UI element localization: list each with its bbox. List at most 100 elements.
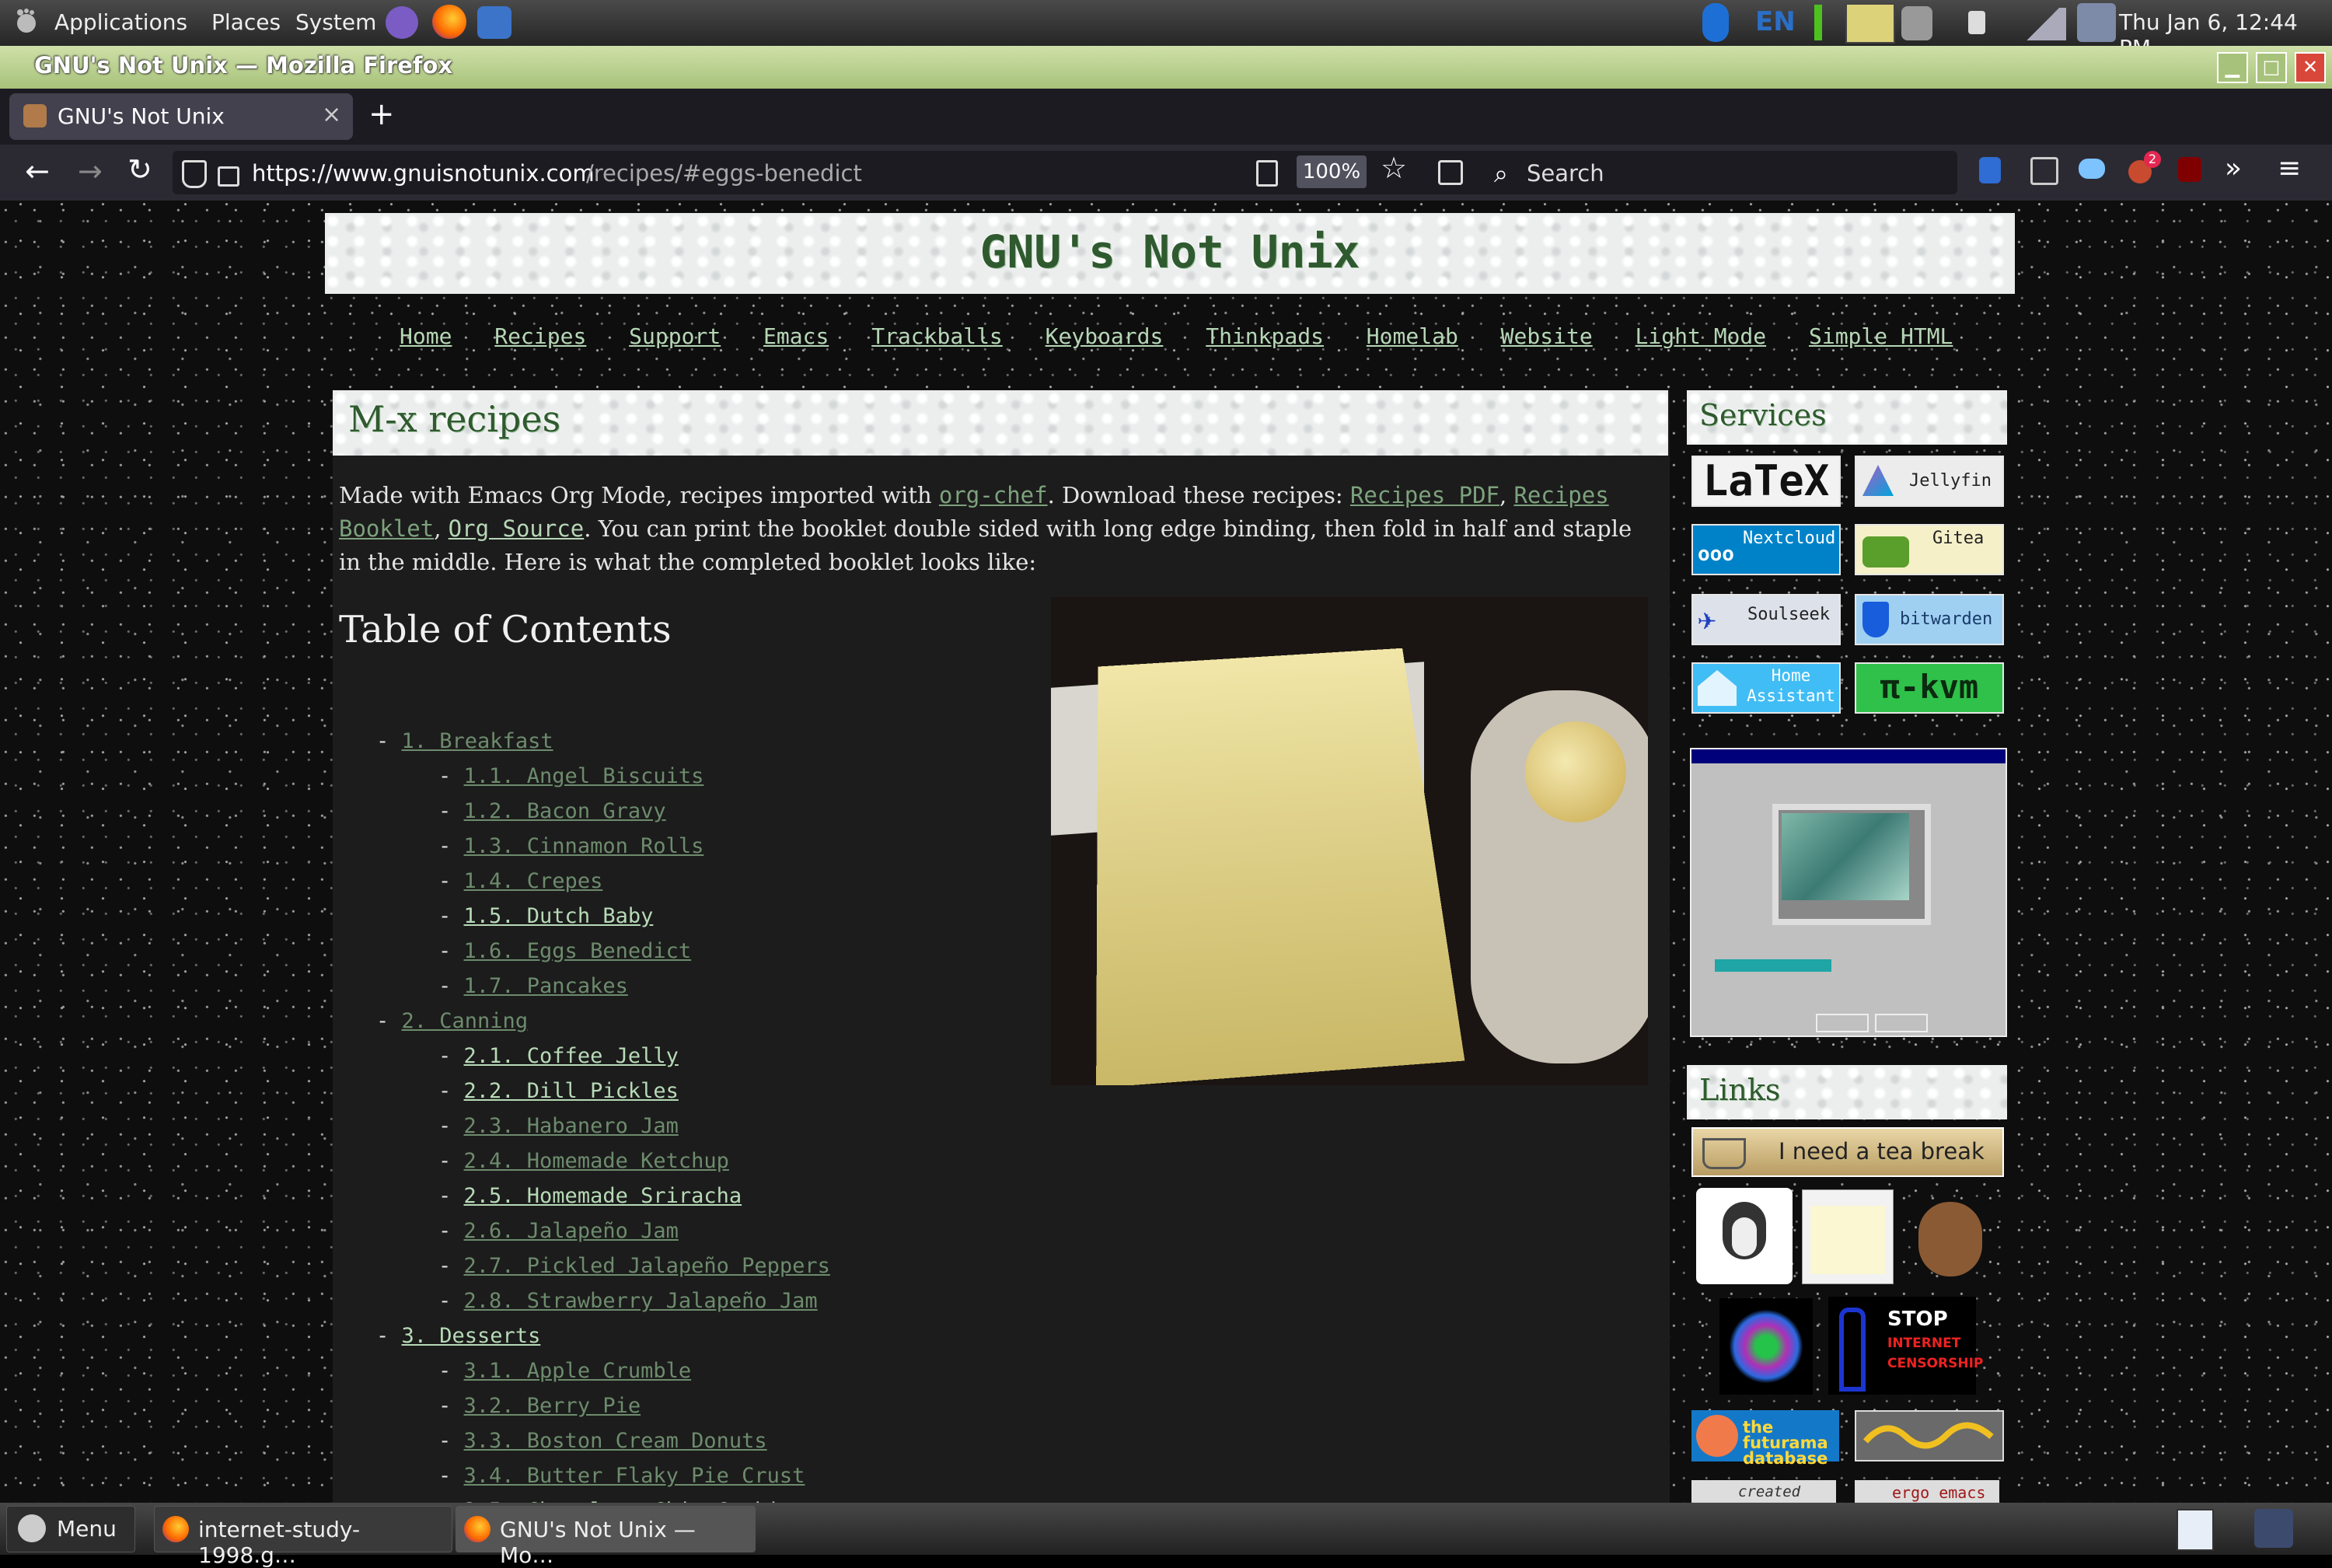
pixel-map-badge[interactable] [1719, 1298, 1813, 1395]
tab-gnus-not-unix[interactable]: GNU's Not Unix × [9, 93, 353, 140]
pikvm-badge[interactable]: π-kvm [1855, 662, 2004, 714]
url-path[interactable]: /recipes/#eggs-benedict [586, 160, 862, 187]
nav-link-thinkpads[interactable]: Thinkpads [1206, 323, 1324, 349]
gnu-head-badge[interactable] [1901, 1185, 1998, 1286]
applications-menu[interactable]: Applications [54, 9, 187, 35]
toc-link[interactable]: 2.1. Coffee Jelly [464, 1044, 679, 1068]
toc-link[interactable]: 3.1. Apple Crumble [464, 1359, 692, 1383]
window-titlebar[interactable]: GNU's Not Unix — Mozilla Firefox ▁ □ ✕ [0, 46, 2332, 90]
close-window-button[interactable]: ✕ [2295, 52, 2326, 83]
toc-link[interactable]: 1.6. Eggs Benedict [464, 939, 692, 963]
futurama-database-badge[interactable]: the futurama database [1691, 1410, 1839, 1461]
toc-link[interactable]: 1.2. Bacon Gravy [464, 799, 666, 823]
nav-link-recipes[interactable]: Recipes [494, 323, 586, 349]
toc-link[interactable]: 1.3. Cinnamon Rolls [464, 834, 704, 858]
nav-link-trackballs[interactable]: Trackballs [871, 323, 1003, 349]
org-source-link[interactable]: Org Source [449, 515, 585, 542]
taskbar-item-internet-study[interactable]: internet-study-1998.g… [154, 1506, 452, 1552]
toc-link[interactable]: 2.8. Strawberry Jalapeño Jam [464, 1289, 818, 1313]
toc-entry: - 2.6. Jalapeño Jam [438, 1219, 679, 1243]
bookmark-star-icon[interactable]: ☆ [1381, 151, 1407, 185]
home-assistant-badge[interactable]: Home Assistant [1691, 662, 1841, 714]
nav-link-keyboards[interactable]: Keyboards [1046, 323, 1164, 349]
soulseek-badge[interactable]: ✈ Soulseek [1691, 594, 1841, 645]
recipes-pdf-link[interactable]: Recipes PDF [1350, 482, 1499, 508]
emacs-launcher-icon[interactable] [386, 6, 418, 39]
back-icon[interactable]: ← [25, 154, 50, 188]
toc-link[interactable]: 3.2. Berry Pie [464, 1394, 641, 1418]
url-host[interactable]: https://www.gnuisnotunix.com [252, 160, 595, 187]
jellyfin-badge[interactable]: Jellyfin [1855, 456, 2004, 507]
toc-link[interactable]: 3.3. Boston Cream Donuts [464, 1429, 767, 1453]
reader-view-icon[interactable] [1256, 160, 1278, 187]
tracking-protection-shield-icon[interactable] [182, 160, 207, 188]
system-menu[interactable]: System [295, 9, 376, 35]
hamburger-menu-icon[interactable]: ≡ [2278, 152, 2301, 184]
taskbar-item-gnus-not-unix[interactable]: GNU's Not Unix — Mo… [456, 1506, 756, 1552]
gnome-foot-icon[interactable] [12, 8, 40, 36]
nav-link-light-mode[interactable]: Light Mode [1636, 323, 1767, 349]
maximize-button[interactable]: □ [2256, 52, 2287, 83]
toc-link[interactable]: 2.6. Jalapeño Jam [464, 1219, 679, 1243]
keyboard-layout-indicator[interactable]: EN [1755, 6, 1796, 37]
volume-icon[interactable] [1901, 6, 1932, 40]
reload-icon[interactable]: ↻ [127, 152, 152, 187]
toc-link[interactable]: 3. Desserts [402, 1324, 541, 1348]
nav-link-emacs[interactable]: Emacs [763, 323, 829, 349]
bitwarden-extension-icon[interactable] [1979, 157, 2001, 183]
places-menu[interactable]: Places [211, 9, 281, 35]
squiggle-badge[interactable] [1855, 1410, 2004, 1461]
bitwarden-badge[interactable]: bitwarden [1855, 594, 2004, 645]
mail-launcher-icon[interactable] [477, 6, 511, 39]
stop-internet-censorship-badge[interactable]: STOP INTERNET CENSORSHIP [1828, 1297, 1976, 1395]
knoppix-badge[interactable] [1696, 1188, 1793, 1284]
search-box[interactable]: ⌕ Search [1483, 151, 1957, 194]
workspace-switcher-icon[interactable] [2177, 1509, 2214, 1551]
toc-link[interactable]: 3.4. Butter Flaky Pie Crust [464, 1464, 805, 1488]
nextcloud-badge[interactable]: ooo Nextcloud [1691, 524, 1841, 575]
privacy-badger-icon[interactable] [2079, 159, 2105, 179]
ublock-origin-icon[interactable] [2178, 157, 2201, 182]
gnu-emacs-badge[interactable] [1802, 1189, 1894, 1284]
display-icon[interactable] [1845, 3, 1895, 44]
toc-link[interactable]: 1.7. Pancakes [464, 974, 628, 998]
forward-icon[interactable]: → [78, 154, 103, 188]
ergo-emacs-badge[interactable]: ergo emacs [1855, 1480, 1999, 1503]
created-with-badge[interactable]: created with [1691, 1480, 1836, 1503]
toc-link[interactable]: 1.4. Crepes [464, 869, 603, 893]
zoom-level-button[interactable]: 100% [1297, 155, 1367, 188]
toc-link[interactable]: 1.1. Angel Biscuits [464, 764, 704, 788]
toc-link[interactable]: 1.5. Dutch Baby [464, 904, 654, 928]
minimize-button[interactable]: ▁ [2217, 52, 2248, 83]
toc-link[interactable]: 2. Canning [402, 1009, 529, 1033]
tab-close-icon[interactable]: × [322, 101, 341, 128]
extension-icon[interactable] [2030, 157, 2058, 185]
nav-link-website[interactable]: Website [1501, 323, 1593, 349]
new-tab-button[interactable]: + [368, 96, 395, 132]
show-desktop-icon[interactable] [2254, 1509, 2293, 1548]
gitea-badge[interactable]: Gitea [1855, 524, 2004, 575]
org-chef-link[interactable]: org-chef [939, 482, 1048, 508]
nav-link-simple-html[interactable]: Simple HTML [1809, 323, 1953, 349]
nav-link-homelab[interactable]: Homelab [1367, 323, 1458, 349]
toc-link[interactable]: 2.4. Homemade Ketchup [464, 1149, 729, 1173]
latex-badge[interactable]: LaTeX [1691, 456, 1841, 507]
toc-link[interactable]: 2.7. Pickled Jalapeño Peppers [464, 1254, 830, 1278]
firefox-launcher-icon[interactable] [432, 5, 466, 39]
network-signal-icon[interactable] [2020, 8, 2066, 40]
toc-link[interactable]: 1. Breakfast [402, 729, 553, 753]
tea-break-button[interactable]: I need a tea break [1691, 1127, 2004, 1177]
bluetooth-icon[interactable] [1702, 3, 1729, 42]
nav-link-support[interactable]: Support [629, 323, 721, 349]
toc-link[interactable]: 2.2. Dill Pickles [464, 1079, 679, 1103]
printer-icon[interactable] [2077, 3, 2116, 42]
url-bar[interactable]: https://www.gnuisnotunix.com /recipes/#e… [173, 151, 1650, 194]
toc-link[interactable]: 2.5. Homemade Sriracha [464, 1184, 742, 1208]
start-menu-button[interactable]: Menu [6, 1506, 135, 1552]
pocket-icon[interactable] [1438, 160, 1463, 185]
toc-link[interactable]: 2.3. Habanero Jam [464, 1114, 679, 1138]
nav-link-home[interactable]: Home [400, 323, 452, 349]
lock-icon[interactable] [1968, 11, 1985, 34]
padlock-icon[interactable] [218, 166, 239, 187]
overflow-chevron-icon[interactable]: » [2225, 152, 2242, 184]
